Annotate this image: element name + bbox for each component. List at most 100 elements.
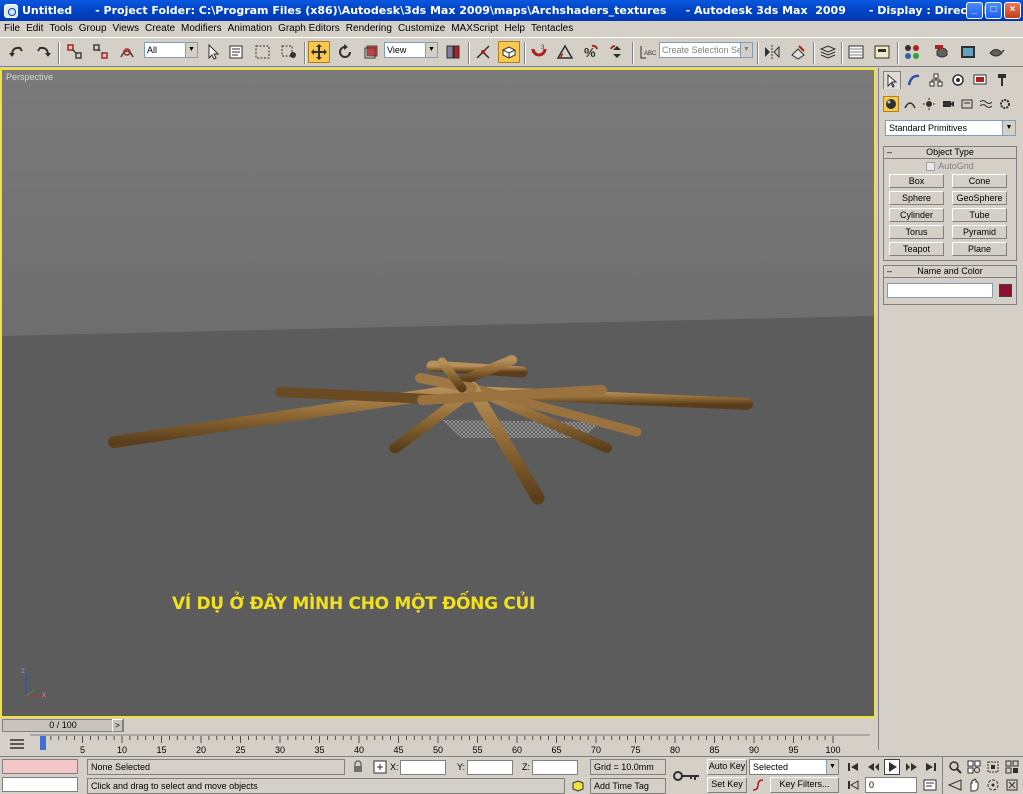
systems-category-button[interactable] [997, 96, 1013, 112]
window-crossing-button[interactable] [278, 41, 300, 63]
menu-help[interactable]: Help [503, 23, 530, 34]
geometry-category-button[interactable] [883, 96, 899, 112]
select-object-button[interactable] [202, 41, 224, 63]
play-button[interactable] [884, 759, 900, 775]
geosphere-button[interactable]: GeoSphere [952, 191, 1007, 205]
menu-views[interactable]: Views [112, 23, 145, 34]
menu-customize[interactable]: Customize [397, 23, 450, 34]
unlink-selection-button[interactable] [90, 41, 112, 63]
menu-edit[interactable]: Edit [25, 23, 48, 34]
select-by-name-button[interactable] [226, 41, 248, 63]
zoom-button[interactable] [946, 759, 964, 775]
autogrid-checkbox[interactable]: AutoGrid [884, 159, 1016, 173]
set-key-mode-button[interactable] [672, 763, 702, 789]
menu-rendering[interactable]: Rendering [345, 23, 397, 34]
minimize-button[interactable]: _ [966, 2, 983, 19]
selection-lock-toggle[interactable] [350, 759, 366, 775]
next-frame-slider-button[interactable]: > [112, 719, 123, 732]
rendered-frame-window-button[interactable] [957, 41, 979, 63]
close-button[interactable]: × [1004, 2, 1021, 19]
object-type-header[interactable]: Object Type [883, 146, 1017, 159]
viewport-label[interactable]: Perspective [6, 72, 53, 82]
menu-group[interactable]: Group [78, 23, 112, 34]
rectangular-selection-button[interactable] [252, 41, 274, 63]
tube-button[interactable]: Tube [952, 208, 1007, 222]
previous-frame-button[interactable] [865, 759, 881, 775]
tab-hierarchy[interactable] [927, 71, 945, 89]
named-selection-set-dropdown[interactable]: Create Selection Set ▼ [659, 42, 753, 58]
maximize-viewport-toggle[interactable] [1003, 777, 1021, 793]
mirror-button[interactable] [761, 41, 783, 63]
schematic-view-button[interactable] [871, 41, 893, 63]
pan-view-button[interactable] [965, 777, 983, 793]
render-setup-button[interactable] [931, 41, 953, 63]
select-and-scale-button[interactable] [360, 41, 382, 63]
next-frame-button[interactable] [904, 759, 920, 775]
key-mode-dropdown[interactable]: Selected ▼ [749, 759, 839, 775]
redo-button[interactable] [32, 41, 54, 63]
reference-coordinate-dropdown[interactable]: View ▼ [384, 42, 438, 58]
3dsmax-app-icon[interactable] [4, 3, 18, 18]
tab-motion[interactable] [949, 71, 967, 89]
zoom-extents-button[interactable] [984, 759, 1002, 775]
curve-editor-button[interactable] [845, 41, 867, 63]
y-coordinate-field[interactable] [467, 760, 513, 775]
menu-tools[interactable]: Tools [48, 23, 77, 34]
teapot-button[interactable]: Teapot [889, 242, 944, 256]
cylinder-button[interactable]: Cylinder [889, 208, 944, 222]
menu-modifiers[interactable]: Modifiers [180, 23, 227, 34]
torus-button[interactable]: Torus [889, 225, 944, 239]
keyboard-shortcut-override-button[interactable] [498, 41, 520, 63]
material-editor-button[interactable] [901, 41, 923, 63]
edit-named-selection-sets-button[interactable]: ABC [636, 41, 658, 63]
key-mode-toggle-button[interactable] [845, 777, 861, 793]
x-coordinate-field[interactable] [400, 760, 446, 775]
snaps-toggle-button[interactable]: 3 [528, 41, 550, 63]
zoom-extents-all-button[interactable] [1003, 759, 1021, 775]
time-tag-button[interactable] [569, 778, 587, 794]
track-bar[interactable]: 5 10 15 20 25 30 35 40 45 50 55 60 65 70 75 80 85 90 95 100 [0, 733, 876, 756]
maximize-button[interactable]: □ [985, 2, 1002, 19]
helpers-category-button[interactable] [959, 96, 975, 112]
zoom-all-button[interactable] [965, 759, 983, 775]
tab-create[interactable] [883, 71, 901, 89]
name-and-color-header[interactable]: Name and Color [883, 265, 1017, 278]
menu-maxscript[interactable]: MAXScript [450, 23, 503, 34]
select-and-move-button[interactable] [308, 41, 330, 63]
autogrid-check-box[interactable] [926, 161, 936, 171]
go-to-end-button[interactable] [923, 759, 939, 775]
select-and-manipulate-button[interactable] [472, 41, 494, 63]
align-button[interactable] [787, 41, 809, 63]
bind-to-space-warp-button[interactable] [116, 41, 138, 63]
menu-file[interactable]: File [3, 23, 25, 34]
use-pivot-center-button[interactable] [442, 41, 464, 63]
pyramid-button[interactable]: Pyramid [952, 225, 1007, 239]
percent-snap-toggle-button[interactable]: % [580, 41, 602, 63]
auto-key-button[interactable]: Auto Key [707, 759, 747, 775]
layer-manager-button[interactable] [817, 41, 839, 63]
object-name-field[interactable] [887, 283, 993, 298]
primitive-category-dropdown[interactable]: Standard Primitives ▼ [885, 120, 1016, 136]
angle-snap-toggle-button[interactable] [554, 41, 576, 63]
z-coordinate-field[interactable] [532, 760, 578, 775]
maxscript-input-field[interactable] [2, 777, 78, 792]
sphere-button[interactable]: Sphere [889, 191, 944, 205]
orbit-button[interactable] [984, 777, 1002, 793]
menu-create[interactable]: Create [144, 23, 180, 34]
undo-button[interactable] [6, 41, 28, 63]
add-time-tag-button[interactable]: Add Time Tag [590, 778, 666, 794]
maxscript-listener-field[interactable] [2, 759, 78, 774]
default-in-out-tangents-button[interactable] [749, 777, 767, 793]
select-and-link-button[interactable] [64, 41, 86, 63]
tab-utilities[interactable] [993, 71, 1011, 89]
menu-tentacles[interactable]: Tentacles [530, 23, 578, 34]
time-slider-thumb[interactable]: 0 / 100 [2, 719, 124, 732]
spinner-snap-toggle-button[interactable] [606, 41, 628, 63]
absolute-mode-transform-toggle[interactable] [372, 759, 388, 775]
cone-button[interactable]: Cone [952, 174, 1007, 188]
plane-button[interactable]: Plane [952, 242, 1007, 256]
field-of-view-button[interactable] [946, 777, 964, 793]
set-key-button[interactable]: Set Key [707, 777, 747, 793]
select-and-rotate-button[interactable] [334, 41, 356, 63]
space-warps-category-button[interactable] [978, 96, 994, 112]
